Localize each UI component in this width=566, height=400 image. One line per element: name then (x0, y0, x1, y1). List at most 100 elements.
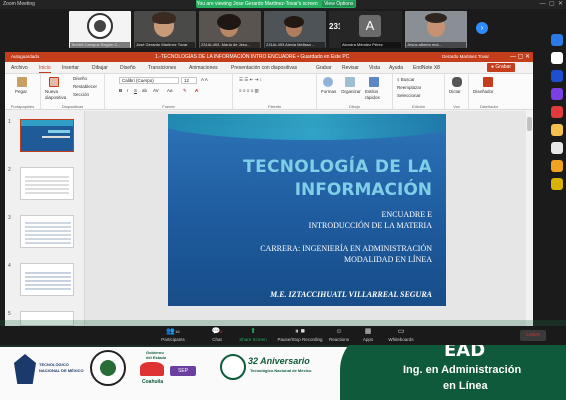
group-portapapeles: Pegar Portapapeles (5, 74, 41, 110)
paste-button[interactable]: Pegar (15, 89, 27, 95)
find-button[interactable]: ⌕ Buscar (397, 77, 415, 83)
record-button[interactable]: ● Grabar (487, 63, 515, 72)
group-voz: Dictar Voz (445, 74, 469, 110)
slide-subtitle-line1: ENCUADRE E (381, 210, 432, 219)
slide-scrollbar[interactable] (526, 111, 533, 326)
tab-animaciones[interactable]: Animaciones (189, 64, 218, 72)
tab-inicio[interactable]: Inicio (39, 64, 51, 73)
app-icon[interactable] (551, 70, 563, 82)
participant-tile[interactable]: 231AL493 Alexia Melissa ... (264, 11, 326, 48)
quick-styles-icon[interactable] (369, 77, 379, 87)
font-name-field[interactable]: Calibri (Cuerpo) (119, 77, 179, 84)
tab-revisar[interactable]: Revisar (342, 64, 359, 72)
window-controls[interactable]: — ▢ ✕ (540, 0, 563, 9)
tab-grabar[interactable]: Grabar (316, 64, 332, 72)
app-icon[interactable] (551, 160, 563, 172)
autosave-toggle[interactable]: Autoguardado (11, 52, 39, 62)
quick-styles-button[interactable]: Estilos rápidos (365, 89, 391, 101)
strikethrough-icon[interactable]: ab (142, 88, 147, 94)
slide-author: M.E. IZTACCIHUATL VILLARREAL SEGURA (270, 290, 432, 299)
view-options-button[interactable]: View Options (322, 1, 356, 7)
app-icon[interactable] (551, 34, 563, 46)
whiteboards-label: Whiteboards (388, 337, 414, 342)
slide-title-line1: TECNOLOGÍA DE LA (243, 157, 432, 177)
arrange-button[interactable]: Organizar (341, 89, 361, 95)
tab-insertar[interactable]: Insertar (62, 64, 79, 72)
slide-thumbnail[interactable] (20, 263, 74, 296)
tecnm-emblem-icon (14, 354, 36, 384)
dictate-button[interactable]: Dictar (449, 89, 461, 95)
app-icon[interactable] (551, 124, 563, 136)
bold-icon[interactable]: B (119, 88, 122, 94)
reset-button[interactable]: Restablecer (73, 84, 97, 90)
layout-button[interactable]: Diseño (73, 76, 87, 82)
participant-tile[interactable]: TecNM Campus Región C... (69, 11, 131, 48)
leave-button[interactable]: Leave (520, 330, 546, 341)
app-icon[interactable] (551, 142, 563, 154)
select-button[interactable]: Seleccionar (397, 93, 421, 99)
tab-vista[interactable]: Vista (369, 64, 380, 72)
ppt-window-controls[interactable]: — ▢ ✕ (510, 52, 530, 62)
participant-tile[interactable]: A Alondra Méndez Pérez (340, 11, 402, 48)
participant-tile[interactable]: José Gerardo Martinez Tovar (134, 11, 196, 48)
bullets-icon[interactable]: ☰ ☰ ⇤ ⇥ ↕ (239, 77, 262, 83)
current-slide[interactable]: TECNOLOGÍA DE LA INFORMACIÓN ENCUADRE E … (168, 114, 446, 306)
editing-area: 1 2 3 4 5 TECNOLOGÍA DE LA INFORMACIÓN E… (5, 111, 533, 326)
scrollbar-thumb[interactable] (527, 117, 532, 131)
app-icon[interactable] (551, 52, 563, 64)
sep-text: SEP (177, 368, 188, 374)
italic-icon[interactable]: I (127, 88, 128, 94)
participant-name: Alondra Méndez Pérez (341, 42, 401, 48)
slide-thumbnail-selected[interactable] (20, 119, 74, 152)
tab-transiciones[interactable]: Transiciones (148, 64, 176, 72)
participant-tile[interactable]: 231AL493- María de Jesu... (199, 11, 261, 48)
section-button[interactable]: Sección (73, 92, 89, 98)
slide-career-line: CARRERA: INGENIERÍA EN ADMINISTRACIÓN (260, 244, 432, 253)
tab-ayuda[interactable]: Ayuda (389, 64, 403, 72)
designer-icon[interactable] (483, 77, 493, 87)
shapes-button[interactable]: Formas (321, 89, 336, 95)
paste-icon[interactable] (17, 77, 27, 87)
font-grow-icon[interactable]: A A (201, 77, 208, 83)
group-label: Diapositivas (61, 104, 84, 109)
case-icon[interactable]: Aa (167, 88, 173, 94)
participants-label: Participants (161, 337, 185, 342)
tab-archivo[interactable]: Archivo (11, 64, 28, 72)
designer-button[interactable]: Diseñador (473, 89, 494, 95)
participants-icon: 👥16 (166, 328, 180, 335)
participants-button[interactable]: 👥16 Participants (150, 326, 196, 345)
tecnm-line2: NACIONAL DE MÉXICO (39, 368, 84, 373)
align-icon[interactable]: ≡ ≡ ≡ ≡ ▥ (239, 88, 259, 94)
viewing-banner[interactable]: You are viewing Jose Gerardo Martinez-To… (196, 0, 356, 8)
person-hair-icon (425, 13, 447, 23)
whiteboards-button[interactable]: ▭ Whiteboards (378, 326, 424, 345)
app-icon[interactable] (551, 178, 563, 190)
anniversary-logo: 32 Aniversario Tecnológico Nacional de M… (220, 354, 330, 384)
tab-diseno[interactable]: Diseño (120, 64, 136, 72)
underline-icon[interactable]: S (134, 88, 137, 94)
new-slide-button[interactable]: Nueva diapositiva (45, 89, 69, 101)
highlight-icon[interactable]: ✎ (183, 88, 187, 94)
participant-tile[interactable]: Jesús alberto mol... (405, 11, 467, 48)
avatar: A (359, 15, 381, 37)
next-page-arrow-icon[interactable]: › (476, 22, 488, 34)
slide-thumbnail[interactable] (20, 167, 74, 200)
slide-thumbnail[interactable] (20, 215, 74, 248)
tab-endnote[interactable]: EndNote X8 (413, 64, 440, 72)
font-size-field[interactable]: 12 (181, 77, 197, 84)
microphone-icon[interactable] (452, 77, 462, 87)
app-icon[interactable] (551, 106, 563, 118)
participant-name: Jesús alberto mol... (406, 42, 466, 48)
tab-dibujar[interactable]: Dibujar (92, 64, 108, 72)
group-label: Edición (411, 104, 426, 109)
slide-wave-decoration (168, 114, 446, 140)
user-name[interactable]: Gerardo Martinez Tovar (442, 52, 489, 62)
spacing-icon[interactable]: AV (153, 88, 159, 94)
replace-button[interactable]: Reemplazar (397, 85, 421, 91)
app-icon[interactable] (551, 88, 563, 100)
shapes-icon[interactable] (323, 77, 333, 87)
font-color-icon[interactable]: A (195, 88, 198, 94)
tab-presentacion[interactable]: Presentación con diapositivas (231, 64, 297, 72)
new-slide-icon[interactable] (49, 77, 59, 87)
arrange-icon[interactable] (345, 77, 355, 87)
